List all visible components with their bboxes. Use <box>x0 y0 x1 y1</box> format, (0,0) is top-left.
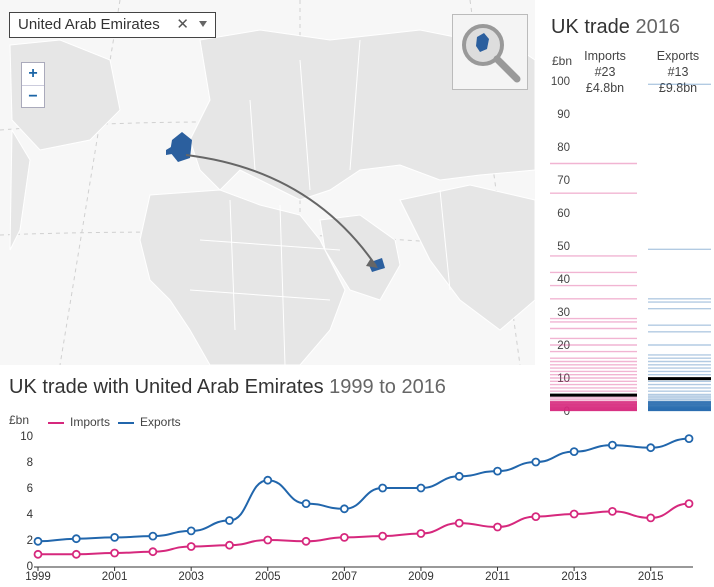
chart-unit: £bn <box>9 413 30 427</box>
zoom-control: + − <box>21 62 45 108</box>
close-icon[interactable]: ✕ <box>176 13 189 37</box>
chart-title-main: UK trade with United Arab Emirates <box>9 376 324 398</box>
exports-data-point <box>531 457 541 467</box>
legend-imports-label: Imports <box>70 415 111 429</box>
strip-tick-label: 90 <box>557 109 570 121</box>
ranking-strip-chart: 1009080706050403020100 <box>550 76 711 418</box>
x-tick-label: 2013 <box>561 571 587 583</box>
exports-data-point <box>148 531 158 541</box>
exports-data-point <box>71 534 81 544</box>
import-strip-base <box>550 401 637 411</box>
imports-data-point <box>493 522 502 532</box>
exports-data-point <box>684 434 694 444</box>
chart-title: UK trade with United Arab Emirates 1999 … <box>9 376 446 399</box>
zoom-out-button[interactable]: − <box>22 86 44 108</box>
exports-series-line <box>37 437 690 543</box>
strip-tick-label: 30 <box>557 307 570 319</box>
imports-data-point <box>225 540 234 550</box>
imports-data-point <box>263 535 273 545</box>
search-magnifier-icon <box>462 24 521 83</box>
exports-data-point <box>493 466 502 476</box>
imports-data-point <box>454 518 464 528</box>
exports-data-point <box>608 440 617 450</box>
imports-data-point <box>378 531 388 541</box>
strip-tick-label: 100 <box>551 76 570 88</box>
y-tick-label: 6 <box>27 483 33 495</box>
legend-exports: Exports <box>118 415 181 429</box>
strip-tick-label: 70 <box>557 175 570 187</box>
exports-data-point <box>225 516 234 525</box>
imports-data-point <box>110 548 119 558</box>
legend-exports-label: Exports <box>140 415 181 429</box>
imports-data-point <box>531 512 541 521</box>
legend-exports-swatch <box>118 421 134 424</box>
imports-data-point <box>684 499 694 509</box>
exports-data-point <box>646 443 656 453</box>
side-panel: UK trade 2016 £bn Imports #23 £4.8bn Exp… <box>535 0 714 430</box>
exports-data-point <box>110 533 119 542</box>
x-tick-label: 2007 <box>332 571 358 583</box>
exports-data-point <box>301 499 311 509</box>
exports-data-point <box>33 536 43 546</box>
chevron-down-icon[interactable] <box>199 21 207 27</box>
x-tick-label: 2011 <box>485 571 510 583</box>
country-selector[interactable]: United Arab Emirates ✕ <box>9 12 216 38</box>
exports-data-point <box>454 471 464 481</box>
y-tick-label: 0 <box>27 561 33 573</box>
y-tick-label: 2 <box>27 535 33 547</box>
legend-imports-swatch <box>48 421 64 424</box>
imports-series-line <box>37 502 690 556</box>
imports-data-point <box>569 509 579 519</box>
strip-tick-label: 40 <box>557 274 570 286</box>
imports-data-point <box>646 513 656 523</box>
exports-data-point <box>339 504 349 514</box>
imports-data-point <box>71 549 81 559</box>
exports-data-point <box>263 475 273 485</box>
x-tick-label: 2001 <box>102 571 128 583</box>
strip-tick-label: 80 <box>557 142 570 154</box>
exports-data-point <box>186 526 196 536</box>
exports-data-point <box>378 483 388 493</box>
x-tick-label: 2009 <box>408 571 434 583</box>
strip-tick-label: 20 <box>557 340 570 352</box>
x-tick-label: 2003 <box>178 571 204 583</box>
imports-data-point <box>608 506 617 516</box>
zoom-in-button[interactable]: + <box>22 63 44 86</box>
export-strip-base <box>648 401 711 411</box>
exports-data-point <box>569 447 579 457</box>
selector-value: United Arab Emirates <box>18 16 160 33</box>
y-tick-label: 8 <box>27 457 33 469</box>
imports-data-point <box>416 529 426 538</box>
imports-data-point <box>33 549 43 559</box>
imports-data-point <box>148 547 158 557</box>
x-tick-label: 2015 <box>638 571 664 583</box>
legend-imports: Imports <box>48 415 110 429</box>
y-tick-label: 10 <box>20 431 33 443</box>
strip-tick-label: 50 <box>557 241 570 253</box>
strip-tick-label: 60 <box>557 208 570 220</box>
imports-data-point <box>339 533 349 542</box>
x-tick-label: 2005 <box>255 571 281 583</box>
minimap[interactable] <box>452 14 528 90</box>
exports-data-point <box>416 483 426 493</box>
y-tick-label: 4 <box>27 509 34 521</box>
chart-title-range: 1999 to 2016 <box>329 376 446 398</box>
imports-data-point <box>186 542 196 551</box>
x-tick-label: 1999 <box>25 571 51 583</box>
imports-data-point <box>301 536 311 546</box>
